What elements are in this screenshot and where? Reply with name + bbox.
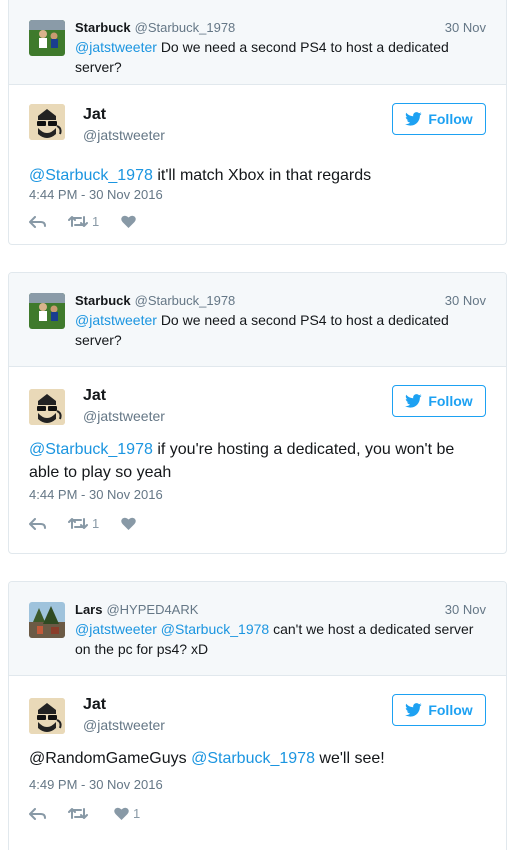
parent-tweet[interactable]: Starbuck @Starbuck_1978 30 Nov @jatstweet… (9, 273, 506, 367)
like-action[interactable] (121, 517, 140, 530)
like-count: 1 (133, 806, 141, 821)
follow-label: Follow (428, 702, 473, 718)
avatar-starbuck[interactable] (29, 293, 65, 329)
retweet-icon (68, 216, 88, 227)
follow-label: Follow (428, 111, 473, 127)
parent-text: @jatstweeter @Starbuck_1978 can't we hos… (75, 619, 476, 659)
like-action[interactable]: 1 (114, 806, 140, 821)
avatar-jat[interactable] (29, 698, 65, 734)
author-handle[interactable]: @jatstweeter (83, 408, 165, 424)
author-name[interactable]: Starbuck (75, 293, 131, 308)
author-name[interactable]: Starbuck (75, 20, 131, 35)
follow-button[interactable]: Follow (392, 694, 486, 726)
author-handle[interactable]: @HYPED4ARK (106, 602, 198, 617)
tweet-card-2: Starbuck @Starbuck_1978 30 Nov @jatstweet… (8, 272, 507, 554)
reply-text: @RandomGameGuys @Starbuck_1978 we'll see… (29, 747, 482, 770)
mention-link[interactable]: @Starbuck_1978 (29, 167, 153, 184)
retweet-action[interactable]: 1 (68, 516, 99, 531)
heart-icon (114, 807, 129, 820)
author-name[interactable]: Jat (83, 106, 106, 124)
follow-button[interactable]: Follow (392, 385, 486, 417)
mention-link[interactable]: @jatstweeter (75, 312, 157, 328)
reply-text: @Starbuck_1978 if you're hosting a dedic… (29, 438, 482, 484)
author-name[interactable]: Jat (83, 387, 106, 405)
author-handle[interactable]: @jatstweeter (83, 717, 165, 733)
action-bar: 1 (29, 214, 162, 229)
twitter-bird-icon (405, 112, 422, 126)
twitter-bird-icon (405, 394, 422, 408)
parent-text: @jatstweeter Do we need a second PS4 to … (75, 37, 476, 77)
heart-icon (121, 215, 136, 228)
reply-text: @Starbuck_1978 it'll match Xbox in that … (29, 164, 482, 187)
mention-link[interactable]: @jatstweeter (75, 39, 157, 55)
reply-action[interactable] (29, 517, 46, 530)
follow-button[interactable]: Follow (392, 103, 486, 135)
action-bar: 1 (29, 806, 162, 821)
avatar-jat[interactable] (29, 104, 65, 140)
twitter-bird-icon (405, 703, 422, 717)
tweet-timestamp[interactable]: 4:44 PM - 30 Nov 2016 (29, 487, 163, 502)
heart-icon (121, 517, 136, 530)
retweet-icon (68, 518, 88, 529)
reply-body: it'll match Xbox in that regards (157, 167, 372, 184)
reply-action[interactable] (29, 215, 46, 228)
reply-icon (29, 215, 46, 228)
retweet-count: 1 (92, 214, 100, 229)
retweet-count: 1 (92, 516, 100, 531)
tweet-card-3: Lars @HYPED4ARK 30 Nov @jatstweeter @Star… (8, 581, 507, 850)
author-handle[interactable]: @jatstweeter (83, 127, 165, 143)
action-bar: 1 (29, 516, 162, 531)
mention-link[interactable]: @Starbuck_1978 (191, 750, 315, 767)
avatar-jat[interactable] (29, 389, 65, 425)
author-name[interactable]: Jat (83, 696, 106, 714)
parent-header: Starbuck @Starbuck_1978 30 Nov (75, 292, 486, 310)
reply-action[interactable] (29, 807, 46, 820)
retweet-action[interactable] (68, 807, 92, 820)
tweet-card-1: Starbuck @Starbuck_1978 30 Nov @jatstweet… (8, 0, 507, 245)
like-action[interactable] (121, 215, 140, 228)
mention-link[interactable]: @jatstweeter @Starbuck_1978 (75, 621, 269, 637)
tweet-date[interactable]: 30 Nov (445, 19, 486, 37)
tweet-date[interactable]: 30 Nov (445, 601, 486, 619)
retweet-icon (68, 808, 88, 819)
parent-tweet[interactable]: Starbuck @Starbuck_1978 30 Nov @jatstweet… (9, 0, 506, 85)
parent-header: Starbuck @Starbuck_1978 30 Nov (75, 19, 486, 37)
mention-link[interactable]: @Starbuck_1978 (29, 441, 153, 458)
author-handle[interactable]: @Starbuck_1978 (135, 20, 236, 35)
author-name[interactable]: Lars (75, 602, 102, 617)
reply-icon (29, 807, 46, 820)
avatar-starbuck[interactable] (29, 20, 65, 56)
reply-prefix[interactable]: @RandomGameGuys (29, 750, 187, 767)
retweet-action[interactable]: 1 (68, 214, 99, 229)
tweet-timestamp[interactable]: 4:44 PM - 30 Nov 2016 (29, 187, 163, 202)
avatar-lars[interactable] (29, 602, 65, 638)
follow-label: Follow (428, 393, 473, 409)
tweet-date[interactable]: 30 Nov (445, 292, 486, 310)
reply-icon (29, 517, 46, 530)
reply-body: we'll see! (319, 750, 385, 767)
author-handle[interactable]: @Starbuck_1978 (135, 293, 236, 308)
tweet-timestamp[interactable]: 4:49 PM - 30 Nov 2016 (29, 777, 163, 792)
parent-tweet[interactable]: Lars @HYPED4ARK 30 Nov @jatstweeter @Star… (9, 582, 506, 676)
parent-header: Lars @HYPED4ARK 30 Nov (75, 601, 486, 619)
parent-text: @jatstweeter Do we need a second PS4 to … (75, 310, 476, 350)
